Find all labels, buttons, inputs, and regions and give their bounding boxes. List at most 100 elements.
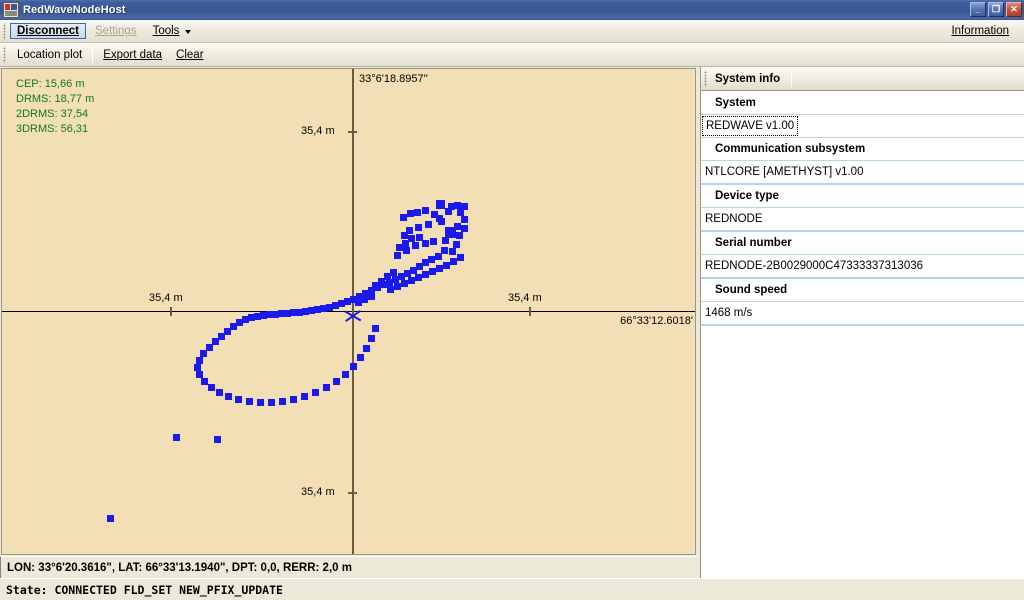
tick-label-right: 35,4 m (508, 292, 542, 304)
system-info-row[interactable]: 1468 m/s (701, 302, 1024, 326)
data-point (378, 278, 385, 285)
export-data-button[interactable]: Export data (96, 47, 169, 63)
axis-tick (529, 307, 531, 316)
data-point (461, 225, 468, 232)
data-point (394, 252, 401, 259)
location-plot-pane: CEP: 15,66 m DRMS: 18,77 m 2DRMS: 37,54 … (0, 67, 700, 578)
data-point (408, 277, 415, 284)
menu-grip-handle[interactable] (2, 22, 8, 40)
tick-label-bottom: 35,4 m (301, 486, 335, 498)
location-plot-canvas[interactable]: CEP: 15,66 m DRMS: 18,77 m 2DRMS: 37,54 … (1, 68, 696, 555)
system-info-value[interactable]: REDWAVE v1.00 (701, 116, 799, 136)
data-point (357, 354, 364, 361)
system-info-grip-handle[interactable] (703, 70, 709, 87)
tick-label-top: 35,4 m (301, 125, 335, 137)
data-point (266, 311, 273, 318)
data-point (445, 208, 452, 215)
system-info-row[interactable]: REDNODE (701, 208, 1024, 232)
minimize-button[interactable]: _ (970, 2, 986, 17)
data-point (248, 314, 255, 321)
clear-button[interactable]: Clear (169, 47, 210, 63)
data-point (290, 396, 297, 403)
axis-tick (348, 492, 357, 494)
data-point (386, 279, 393, 286)
system-info-row[interactable]: REDNODE-2B0029000C47333337313036 (701, 255, 1024, 279)
data-point (450, 258, 457, 265)
data-point (422, 259, 429, 266)
axis-tick (170, 307, 172, 316)
window-title: RedWaveNodeHost (23, 4, 126, 16)
system-info-value[interactable]: REDNODE (701, 208, 1024, 231)
longitude-axis-label: 33°6'18.8957'' (359, 73, 428, 85)
app-icon (3, 2, 19, 18)
system-info-value[interactable]: 1468 m/s (701, 302, 1024, 325)
data-point (425, 221, 432, 228)
data-point (296, 309, 303, 316)
data-point (308, 307, 315, 314)
system-info-group-header: Sound speed (701, 279, 1024, 302)
data-point (302, 308, 309, 315)
data-point (438, 218, 445, 225)
system-info-value[interactable]: REDNODE-2B0029000C47333337313036 (701, 255, 1024, 278)
system-info-row[interactable]: REDWAVE v1.00 (701, 115, 1024, 138)
data-point (342, 371, 349, 378)
stat-drms: DRMS: 18,77 m (16, 93, 95, 105)
data-point (194, 364, 201, 371)
data-point (415, 224, 422, 231)
application-window: RedWaveNodeHost _ ❐ ✕ Disconnect Setting… (0, 0, 1024, 600)
toolbar-separator (92, 46, 94, 63)
data-point (372, 282, 379, 289)
menu-item-information[interactable]: Information (944, 23, 1016, 39)
system-info-tab-separator (791, 70, 793, 87)
data-point (390, 269, 397, 276)
data-point (430, 238, 437, 245)
tick-label-left: 35,4 m (149, 292, 183, 304)
toolbar-grip-handle[interactable] (2, 46, 8, 63)
data-point (361, 296, 368, 303)
menu-item-disconnect[interactable]: Disconnect (10, 23, 86, 39)
data-point (400, 214, 407, 221)
data-point (107, 515, 114, 522)
data-point (461, 216, 468, 223)
data-point (344, 298, 351, 305)
data-point (272, 311, 279, 318)
stat-3drms: 3DRMS: 56,31 (16, 123, 89, 135)
system-info-tabbar: System info (701, 67, 1024, 91)
accuracy-statistics: CEP: 15,66 m DRMS: 18,77 m 2DRMS: 37,54 … (16, 77, 94, 137)
system-info-value[interactable]: NTLCORE [AMETHYST] v1.00 (701, 161, 1024, 184)
axis-tick (348, 131, 357, 133)
data-point (200, 350, 207, 357)
data-point (407, 210, 414, 217)
data-point (224, 328, 231, 335)
data-point (443, 262, 450, 269)
data-point (398, 273, 405, 280)
system-info-list: System REDWAVE v1.00 Communication subsyst… (701, 91, 1024, 578)
data-point (312, 389, 319, 396)
data-point (363, 345, 370, 352)
data-point (402, 240, 409, 247)
tab-system-info[interactable]: System info (711, 71, 788, 87)
restore-button[interactable]: ❐ (988, 2, 1004, 17)
data-point (350, 363, 357, 370)
close-button[interactable]: ✕ (1006, 2, 1022, 17)
data-point (242, 316, 249, 323)
data-point (230, 323, 237, 330)
system-info-group-header: System (701, 92, 1024, 115)
coordinates-status-bar: LON: 33°6'20.3616", LAT: 66°33'13.1940",… (0, 556, 698, 578)
data-point (279, 398, 286, 405)
data-point (333, 378, 340, 385)
data-point (453, 241, 460, 248)
horizontal-axis (2, 311, 695, 312)
connection-state-bar: State: CONNECTED FLD_SET NEW_PFIX_UPDATE (0, 578, 1024, 600)
data-point (384, 273, 391, 280)
system-info-row[interactable]: NTLCORE [AMETHYST] v1.00 (701, 161, 1024, 185)
vertical-axis (352, 69, 354, 554)
menu-item-tools[interactable]: Tools (146, 23, 196, 39)
data-point (218, 333, 225, 340)
data-point (368, 293, 375, 300)
data-point (396, 244, 403, 251)
data-point (435, 253, 442, 260)
data-point (260, 312, 267, 319)
data-point (422, 271, 429, 278)
data-point (173, 434, 180, 441)
